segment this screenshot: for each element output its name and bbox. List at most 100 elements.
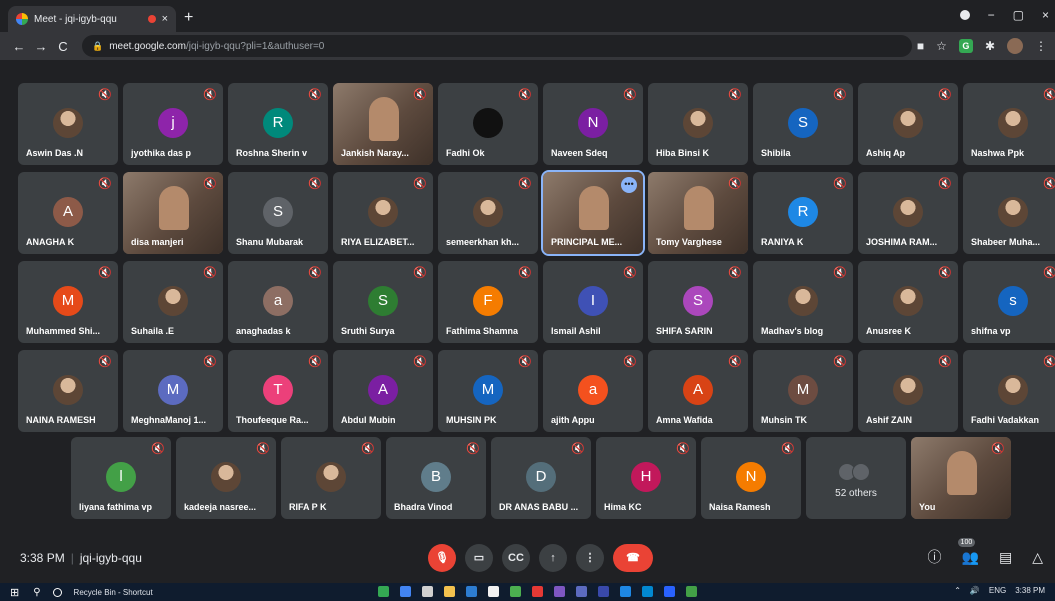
- present-button[interactable]: ↑: [539, 544, 567, 572]
- participant-tile[interactable]: 🔇 RIYA ELIZABET...: [333, 172, 433, 254]
- participant-tile[interactable]: S 🔇 Shibila: [753, 83, 853, 165]
- tab-close-icon[interactable]: ×: [162, 13, 168, 25]
- lightroom-app-icon[interactable]: [598, 586, 609, 597]
- participant-tile[interactable]: A 🔇 ANAGHA K: [18, 172, 118, 254]
- bookmark-star-icon[interactable]: ☆: [936, 39, 947, 53]
- search-icon[interactable]: ⚲: [33, 587, 40, 598]
- file-explorer-icon[interactable]: [444, 586, 455, 597]
- participant-tile[interactable]: 🔇 JOSHIMA RAM...: [858, 172, 958, 254]
- cortana-icon[interactable]: [52, 587, 62, 597]
- profile-avatar-icon[interactable]: [1007, 38, 1023, 54]
- mic-off-button[interactable]: 🎙: [428, 544, 456, 572]
- people-button[interactable]: 100 👥: [957, 537, 979, 566]
- participant-tile[interactable]: s 🔇 shifna vp: [963, 261, 1055, 343]
- participant-tile[interactable]: 🔇 NAINA RAMESH: [18, 350, 118, 432]
- participant-tile[interactable]: F 🔇 Fathima Shamna: [438, 261, 538, 343]
- photoshop-app-icon[interactable]: [620, 586, 631, 597]
- camera-indicator-icon[interactable]: ■: [917, 39, 924, 53]
- chat-icon[interactable]: ▤: [999, 549, 1012, 566]
- participant-tile[interactable]: S 🔇 SHIFA SARIN: [648, 261, 748, 343]
- app-icon[interactable]: [510, 586, 521, 597]
- extensions-puzzle-icon[interactable]: ✱: [985, 39, 995, 53]
- participant-tile[interactable]: M 🔇 MeghnaManoj 1...: [123, 350, 223, 432]
- new-tab-button[interactable]: +: [184, 9, 193, 27]
- app2-icon[interactable]: [576, 586, 587, 597]
- participant-tile[interactable]: 🔇 Fadhi Ok: [438, 83, 538, 165]
- reload-icon[interactable]: C: [52, 39, 74, 54]
- forward-arrow-icon[interactable]: →: [30, 39, 52, 54]
- participant-tile[interactable]: S 🔇 Sruthi Surya: [333, 261, 433, 343]
- others-tile[interactable]: 52 others: [806, 437, 906, 519]
- app4-icon[interactable]: [686, 586, 697, 597]
- chrome-app-icon[interactable]: [378, 586, 389, 597]
- tab-meet[interactable]: Meet - jqi-igyb-qqu ×: [8, 6, 176, 32]
- self-tile[interactable]: 🔇 You: [911, 437, 1011, 519]
- participant-tile[interactable]: l 🔇 liyana fathima vp: [71, 437, 171, 519]
- tile-more-options-icon[interactable]: •••: [621, 177, 637, 193]
- info-icon[interactable]: ⓘ: [928, 547, 942, 567]
- participant-tile[interactable]: 🔇 Ashiq Ap: [858, 83, 958, 165]
- participant-tile[interactable]: 🔇 Fadhi Vadakkan: [963, 350, 1055, 432]
- captions-button[interactable]: CC: [502, 544, 530, 572]
- participant-tile[interactable]: T 🔇 Thoufeeque Ra...: [228, 350, 328, 432]
- premiere-app-icon[interactable]: [554, 586, 565, 597]
- participant-tile[interactable]: N 🔇 Naveen Sdeq: [543, 83, 643, 165]
- participant-tile[interactable]: 🔇 Nashwa Ppk: [963, 83, 1055, 165]
- participant-tile[interactable]: 🔇 Tomy Varghese: [648, 172, 748, 254]
- participant-tile[interactable]: M 🔇 MUHSIN PK: [438, 350, 538, 432]
- more-options-button[interactable]: ⋮: [576, 544, 604, 572]
- store-app-icon[interactable]: [488, 586, 499, 597]
- participant-tile[interactable]: 🔇 Shabeer Muha...: [963, 172, 1055, 254]
- participant-tile[interactable]: R 🔇 RANIYA K: [753, 172, 853, 254]
- participant-tile[interactable]: 🔇 Ashif ZAIN: [858, 350, 958, 432]
- recycle-bin-shortcut[interactable]: Recycle Bin - Shortcut: [74, 588, 153, 597]
- grammarly-extension-icon[interactable]: G: [958, 39, 973, 53]
- participant-tile[interactable]: a 🔇 anaghadas k: [228, 261, 328, 343]
- participant-tile[interactable]: R 🔇 Roshna Sherin v: [228, 83, 328, 165]
- profile-icon[interactable]: [959, 10, 970, 20]
- participant-tile[interactable]: B 🔇 Bhadra Vinod: [386, 437, 486, 519]
- tray-chevron-icon[interactable]: ⌃: [954, 586, 961, 595]
- participant-tile[interactable]: A 🔇 Abdul Mubin: [333, 350, 433, 432]
- maximize-button[interactable]: ▢: [1013, 8, 1024, 22]
- camera-button[interactable]: ▭: [465, 544, 493, 572]
- menu-kebab-icon[interactable]: ⋮: [1035, 39, 1047, 53]
- chrome2-app-icon[interactable]: [400, 586, 411, 597]
- acrobat-app-icon[interactable]: [532, 586, 543, 597]
- participant-tile[interactable]: 🔇 semeerkhan kh...: [438, 172, 538, 254]
- volume-icon[interactable]: 🔊: [970, 586, 980, 595]
- end-call-button[interactable]: ☎: [613, 544, 653, 572]
- participant-tile[interactable]: 🔇 Hiba Binsi K: [648, 83, 748, 165]
- participant-tile[interactable]: A 🔇 Amna Wafida: [648, 350, 748, 432]
- close-window-button[interactable]: ×: [1042, 8, 1049, 22]
- edge-app-icon[interactable]: [642, 586, 653, 597]
- participant-tile[interactable]: 🔇 Madhav's blog: [753, 261, 853, 343]
- participant-tile[interactable]: M 🔇 Muhammed Shi...: [18, 261, 118, 343]
- participant-tile[interactable]: H 🔇 Hima KC: [596, 437, 696, 519]
- participant-tile[interactable]: N 🔇 Naisa Ramesh: [701, 437, 801, 519]
- app3-icon[interactable]: [664, 586, 675, 597]
- participant-tile[interactable]: a 🔇 ajith Appu: [543, 350, 643, 432]
- minimize-button[interactable]: −: [988, 8, 995, 22]
- participant-tile[interactable]: 🔇 Jankish Naray...: [333, 83, 433, 165]
- participant-tile[interactable]: 🔇 Anusree K: [858, 261, 958, 343]
- activities-icon[interactable]: △: [1032, 549, 1043, 566]
- participant-tile[interactable]: 🔇 RIFA P K: [281, 437, 381, 519]
- participant-tile[interactable]: j 🔇 jyothika das p: [123, 83, 223, 165]
- participant-tile[interactable]: M 🔇 Muhsin TK: [753, 350, 853, 432]
- settings-app-icon[interactable]: [422, 586, 433, 597]
- back-arrow-icon[interactable]: ←: [8, 39, 30, 54]
- participant-tile[interactable]: 🔇 disa manjeri: [123, 172, 223, 254]
- language-indicator[interactable]: ENG: [989, 586, 1006, 595]
- participant-tile[interactable]: 🔇PRINCIPAL ME...•••: [541, 170, 645, 256]
- participant-tile[interactable]: 🔇 kadeeja nasree...: [176, 437, 276, 519]
- participant-tile[interactable]: I 🔇 Ismail Ashil: [543, 261, 643, 343]
- participant-tile[interactable]: 🔇 Suhaila .E: [123, 261, 223, 343]
- mail-app-icon[interactable]: [466, 586, 477, 597]
- participant-tile[interactable]: D 🔇 DR ANAS BABU ...: [491, 437, 591, 519]
- clock[interactable]: 3:38 PM: [1015, 586, 1045, 595]
- participant-tile[interactable]: 🔇 Aswin Das .N: [18, 83, 118, 165]
- participant-tile[interactable]: S 🔇 Shanu Mubarak: [228, 172, 328, 254]
- address-bar[interactable]: 🔒 meet.google.com /jqi-igyb-qqu?pli=1&au…: [82, 35, 912, 57]
- start-windows-icon[interactable]: ⊞: [10, 586, 19, 599]
